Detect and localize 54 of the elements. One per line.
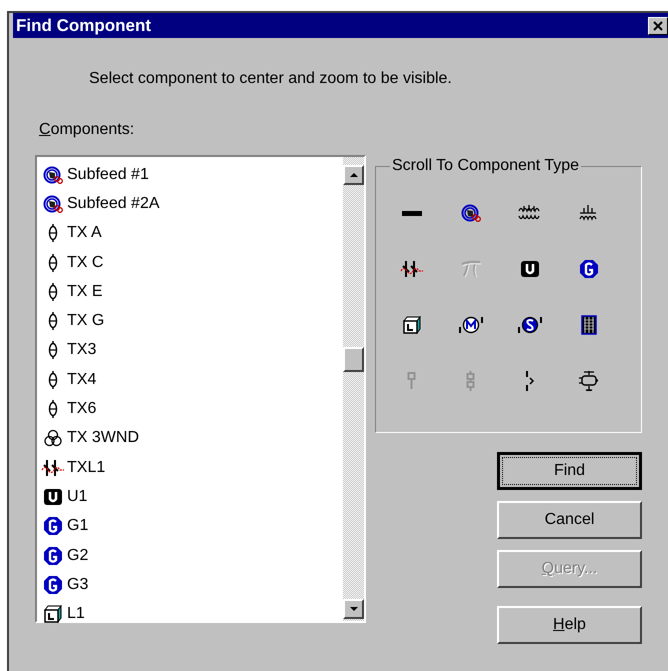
close-button[interactable] — [648, 16, 668, 34]
crossed-coil-icon — [41, 458, 65, 477]
component-item[interactable]: G2 — [67, 544, 88, 568]
dialog-button[interactable]: Help — [497, 606, 642, 644]
instruction-text: Select component to center and zoom to be visible. — [89, 70, 452, 87]
components-list[interactable]: Subfeed #1 Subfeed #2A TX A TX C TX E TX G TX3 TX4 TX6 TX 3WND TXL1 U1 G1 G2 G3 L1 — [35, 155, 366, 623]
window-title: Find Component — [16, 14, 152, 37]
component-item[interactable]: TX G — [67, 309, 104, 334]
coil-icon — [47, 370, 59, 389]
u-block-icon[interactable] — [520, 260, 540, 278]
scroll-thumb[interactable] — [343, 347, 364, 372]
component-item[interactable]: TX6 — [67, 397, 96, 422]
components-label: Components: — [39, 120, 134, 140]
double-coil-icon[interactable] — [516, 204, 542, 222]
m-motor-icon[interactable] — [458, 315, 484, 335]
cube-icon — [43, 605, 63, 624]
component-item[interactable]: TX A — [67, 221, 102, 246]
spiral-icon — [43, 194, 63, 213]
s-motor-icon[interactable] — [516, 315, 542, 335]
scroll-down-button[interactable] — [343, 599, 364, 619]
component-item[interactable]: TX 3WND — [67, 426, 139, 450]
coil-icon — [47, 282, 59, 301]
dialog-button[interactable]: Find — [497, 452, 642, 490]
triple-circle-icon — [43, 429, 63, 448]
down-arrow-icon — [350, 607, 358, 611]
component-item[interactable]: Subfeed #1 — [67, 162, 149, 187]
spiral-icon — [43, 166, 63, 184]
component-item[interactable]: TX E — [67, 280, 103, 304]
component-item[interactable]: Subfeed #2A — [67, 192, 160, 216]
crossed-coil-icon[interactable] — [400, 260, 424, 278]
cylinder-icon[interactable] — [578, 371, 600, 391]
component-item[interactable]: G3 — [67, 572, 88, 597]
spiral-icon[interactable] — [460, 204, 480, 222]
u-block-icon — [43, 488, 63, 506]
component-item[interactable]: G1 — [67, 514, 88, 538]
component-item[interactable]: TX3 — [67, 338, 96, 362]
component-item[interactable]: U1 — [67, 484, 88, 509]
coil-icon — [47, 254, 59, 272]
dialog-button[interactable]: Cancel — [497, 501, 642, 539]
group-title: Scroll To Component Type — [390, 156, 582, 176]
scrollbar[interactable] — [343, 157, 364, 621]
component-item[interactable]: TXL1 — [67, 456, 106, 480]
panel-icon[interactable] — [580, 315, 598, 335]
coil-icon — [47, 400, 59, 418]
component-item[interactable]: TX4 — [67, 368, 96, 392]
coil-icon — [47, 312, 59, 330]
cube-icon[interactable] — [402, 316, 422, 334]
scroll-up-button[interactable] — [343, 165, 364, 185]
bracket-icon[interactable] — [524, 371, 536, 391]
coil-icon — [47, 224, 59, 242]
up-arrow-icon — [350, 173, 358, 177]
close-icon — [653, 20, 663, 30]
component-item[interactable]: TX C — [67, 250, 104, 275]
coil-icon — [47, 341, 59, 360]
